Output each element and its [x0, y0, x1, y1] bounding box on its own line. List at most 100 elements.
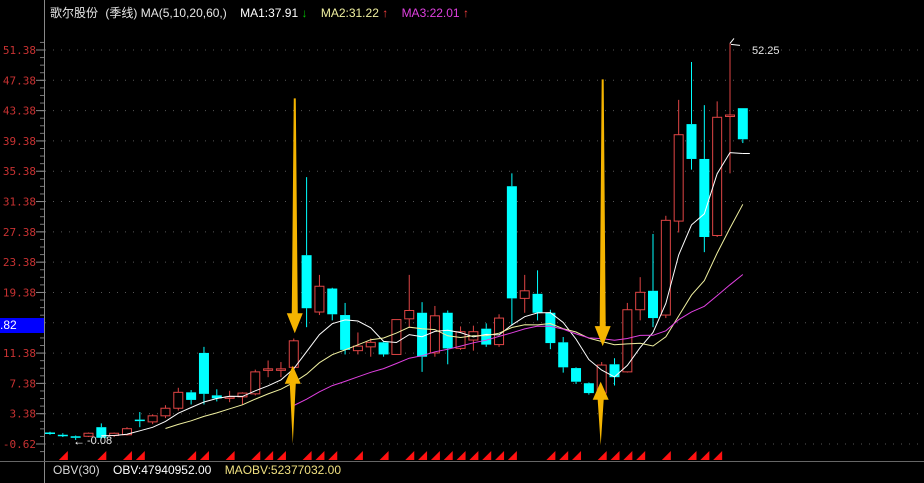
ma2-value: MA2:31.22	[320, 6, 379, 20]
candle-down	[442, 310, 453, 365]
candle-body	[724, 114, 735, 118]
low-arrow-icon: ←	[73, 434, 85, 448]
buy-signal-triangle	[418, 451, 428, 460]
candle-body	[635, 291, 646, 311]
buy-signal-triangle	[713, 451, 723, 460]
buy-signal-triangle	[443, 451, 453, 460]
candle-body	[147, 415, 158, 423]
ma2-up-arrow-icon: ↑	[382, 6, 389, 20]
candle-body	[391, 319, 402, 355]
maobv-value: MAOBV:52377032.00	[224, 463, 341, 477]
ma3-value: MA3:22.01	[401, 6, 460, 20]
buy-signal-triangle	[353, 451, 363, 460]
candle-down	[609, 358, 620, 386]
buy-signal-triangle	[546, 451, 556, 460]
candle-body	[263, 368, 274, 371]
candlestick-chart: 51.38 47.38 43.38 39.38 35.38 31.38 27.38 23.38…	[0, 0, 924, 483]
candle-body	[314, 285, 325, 313]
chart-header: 歌尔股份 (季线) MA(5,10,20,60,) MA1:37.91 ↓ MA…	[50, 4, 473, 21]
buy-signal-triangle	[610, 451, 620, 460]
candle-body	[378, 342, 389, 355]
candle-down	[648, 233, 659, 328]
candle-body	[545, 312, 556, 344]
candle-down	[571, 367, 582, 384]
buy-signal-triangle	[687, 451, 697, 460]
ma1-value: MA1:37.91	[240, 6, 299, 20]
candle-up	[263, 360, 274, 378]
y-tick-label: 39.38	[3, 135, 36, 148]
buy-signal-triangle	[456, 451, 466, 460]
y-tick-label: 27.38	[3, 226, 36, 239]
candle-up	[404, 274, 415, 328]
buy-signal-triangle	[58, 451, 68, 460]
candle-body	[648, 290, 659, 319]
arrow-down-icon	[594, 79, 611, 347]
buy-signal-triangle	[700, 451, 710, 460]
candle-down	[134, 412, 145, 428]
candle-body	[583, 383, 594, 394]
candle-down	[301, 177, 312, 328]
current-price-box: .82	[0, 318, 44, 333]
y-tick-label: 23.38	[3, 256, 36, 269]
candle-body	[699, 158, 710, 238]
ma1-down-arrow-icon: ↓	[301, 6, 308, 20]
y-tick-label: 35.38	[3, 165, 36, 178]
y-tick-label: 51.38	[3, 44, 36, 57]
high-marker-line	[730, 43, 741, 46]
candle-up	[635, 277, 646, 321]
y-tick-label: 31.38	[3, 196, 36, 209]
buy-signal-triangle	[636, 451, 646, 460]
buy-signal-triangle	[276, 451, 286, 460]
buy-signal-triangle	[507, 451, 517, 460]
candle-body	[365, 341, 376, 348]
candle-body	[404, 309, 415, 320]
candle-body	[660, 219, 671, 316]
candle-body	[673, 134, 684, 222]
candle-body	[186, 392, 197, 400]
candle-body	[288, 340, 299, 368]
candle-body	[558, 342, 569, 368]
candle-down	[558, 337, 569, 373]
candle-down	[186, 390, 197, 405]
buy-signal-triangle	[199, 451, 209, 460]
high-marker-line	[729, 38, 735, 44]
candle-body	[352, 345, 363, 352]
candle-body	[622, 309, 633, 373]
buy-signal-triangle	[405, 451, 415, 460]
high-price-label: 52.25	[752, 45, 780, 57]
candle-body	[301, 255, 312, 309]
arrow-up-icon	[284, 365, 301, 444]
buy-signal-triangle	[559, 451, 569, 460]
buy-signal-triangle	[135, 451, 145, 460]
candle-up	[391, 319, 402, 355]
arrow-down-icon	[286, 98, 303, 334]
buy-signal-triangle	[302, 451, 312, 460]
obv-title: OBV(30)	[53, 463, 100, 477]
buy-signal-triangle	[430, 451, 440, 460]
ma3-up-arrow-icon: ↑	[462, 6, 469, 20]
candle-down	[737, 108, 748, 144]
buy-signal-triangle	[482, 451, 492, 460]
candle-body	[275, 368, 286, 371]
candle-up	[237, 392, 248, 405]
candle-up	[288, 338, 299, 372]
buy-signal-triangle	[623, 451, 633, 460]
candle-up	[160, 405, 171, 419]
candle-down	[45, 431, 55, 435]
buy-signal-triangle	[122, 451, 132, 460]
candle-body	[481, 328, 492, 345]
candle-body	[160, 407, 171, 417]
y-tick-label: 19.38	[3, 286, 36, 299]
candle-body	[45, 432, 55, 435]
buy-signal-triangle	[661, 451, 671, 460]
candle-down	[506, 173, 517, 326]
candle-body	[737, 108, 748, 140]
ma5-line	[101, 152, 743, 437]
candle-down	[583, 382, 594, 395]
candle-down	[198, 346, 209, 405]
buy-signal-triangle	[495, 451, 505, 460]
candle-body	[57, 434, 68, 437]
candle-body	[429, 315, 440, 354]
candle-body	[506, 186, 517, 299]
stock-name: 歌尔股份	[50, 6, 99, 20]
